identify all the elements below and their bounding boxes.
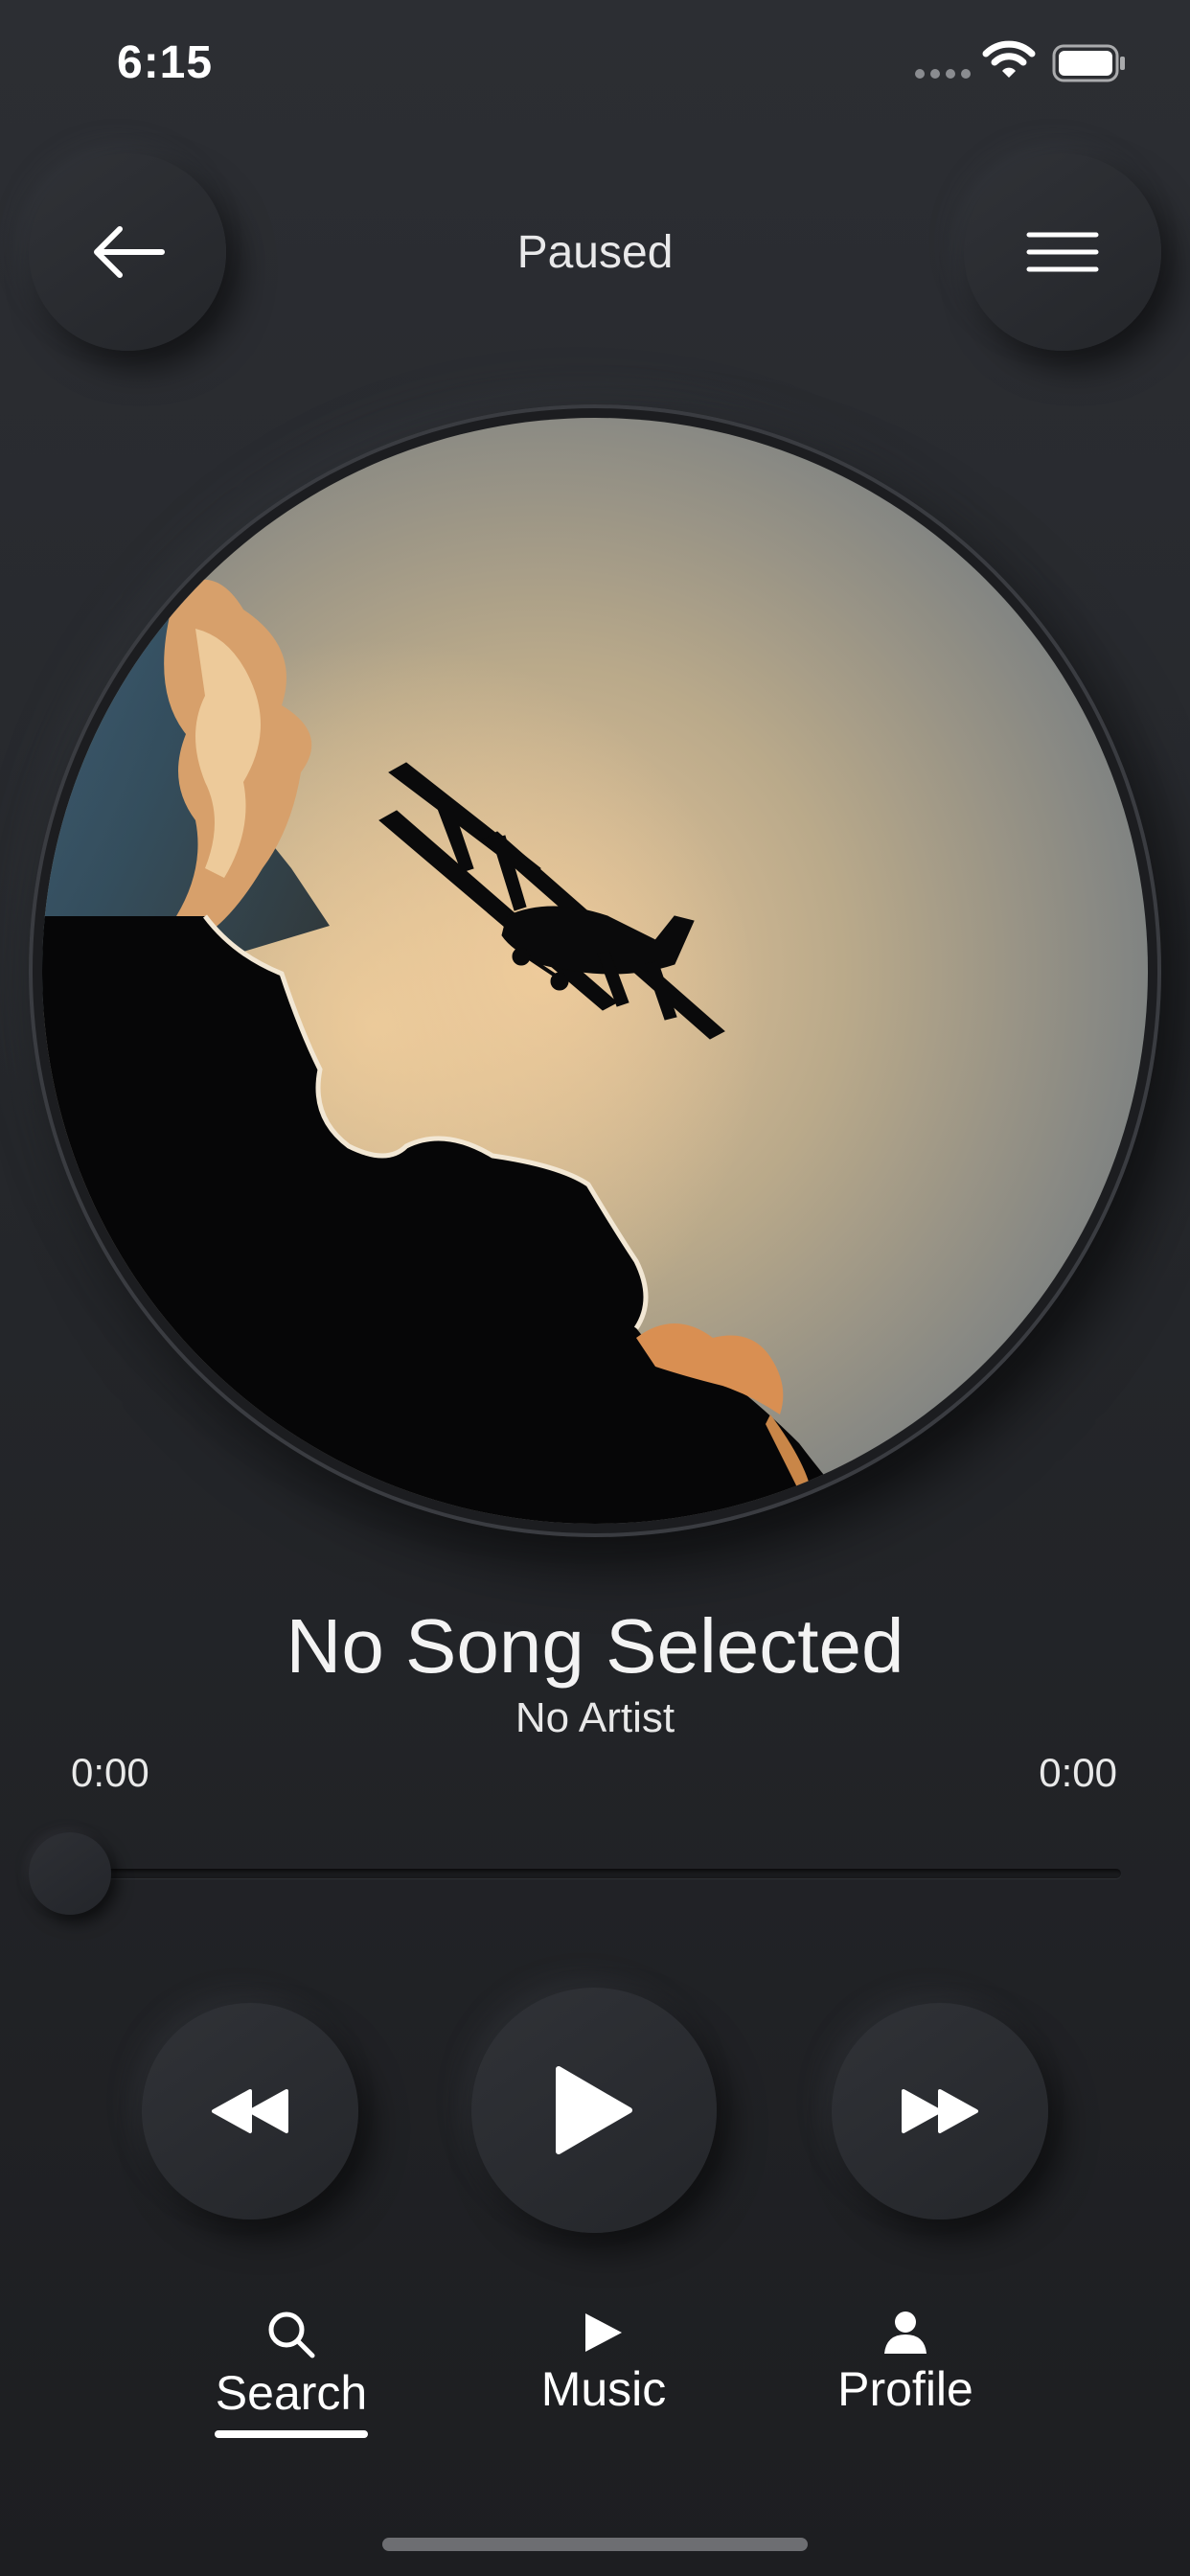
menu-button[interactable] — [964, 153, 1161, 351]
song-title: No Song Selected — [286, 1603, 904, 1689]
rewind-button[interactable] — [142, 2003, 358, 2220]
fast-forward-icon — [902, 2089, 978, 2133]
wifi-icon — [982, 40, 1036, 78]
battery-icon — [1052, 44, 1125, 82]
person-icon — [884, 2312, 927, 2354]
progress-thumb[interactable] — [29, 1832, 111, 1915]
status-time: 6:15 — [117, 37, 214, 88]
play-icon — [556, 2066, 632, 2154]
cellular-signal-icon — [915, 69, 971, 79]
nav-item-search[interactable]: Search — [205, 2310, 378, 2421]
nav-item-music[interactable]: Music — [517, 2310, 690, 2417]
progress-track[interactable] — [67, 1869, 1121, 1878]
play-icon — [585, 2313, 622, 2352]
nav-label-profile: Profile — [837, 2362, 973, 2416]
rewind-icon — [212, 2089, 288, 2133]
album-art — [42, 418, 1148, 1524]
search-icon — [268, 2312, 315, 2358]
hamburger-menu-icon — [1026, 232, 1099, 272]
home-indicator[interactable] — [382, 2538, 808, 2551]
fast-forward-button[interactable] — [832, 2003, 1048, 2220]
active-tab-indicator — [215, 2430, 368, 2438]
song-artist: No Artist — [515, 1694, 675, 1741]
nav-item-profile[interactable]: Profile — [814, 2310, 996, 2417]
nav-label-music: Music — [540, 2362, 667, 2416]
play-button[interactable] — [471, 1988, 717, 2233]
total-duration: 0:00 — [1039, 1750, 1117, 1795]
nav-label-search: Search — [215, 2366, 368, 2420]
elapsed-time: 0:00 — [71, 1750, 149, 1795]
